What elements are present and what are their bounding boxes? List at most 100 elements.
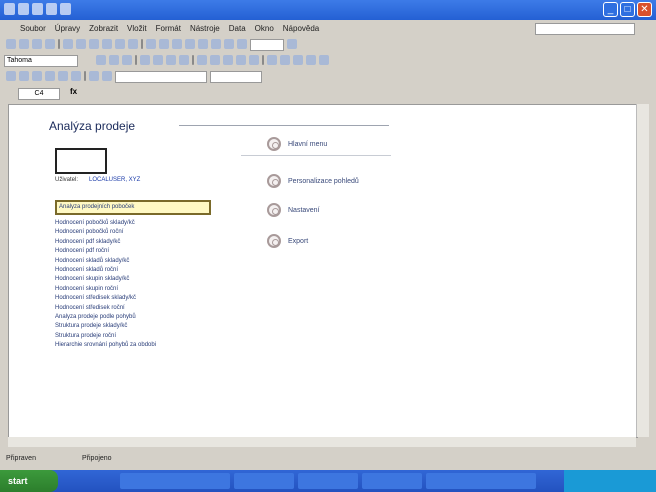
drawing-icon[interactable]	[237, 39, 247, 49]
main-menu-button[interactable]: Hlavní menu	[267, 137, 327, 151]
comma-icon[interactable]	[223, 55, 233, 65]
menu-item[interactable]: Okno	[255, 24, 274, 33]
save-icon[interactable]	[18, 3, 29, 15]
reviewing-icon[interactable]	[6, 71, 16, 81]
percent-icon[interactable]	[210, 55, 220, 65]
horizontal-scrollbar[interactable]	[8, 437, 636, 447]
taskbar-item[interactable]	[426, 473, 536, 489]
taskbar-item[interactable]	[234, 473, 294, 489]
reviewing-icon[interactable]	[32, 71, 42, 81]
new-icon[interactable]	[6, 39, 16, 49]
personalize-button[interactable]: Personalizace pohledů	[267, 174, 359, 188]
chart-wizard-icon[interactable]	[224, 39, 234, 49]
report-item[interactable]: Struktura prodeje sklady/kč	[55, 322, 225, 331]
undo-icon[interactable]	[146, 39, 156, 49]
underline-icon[interactable]	[122, 55, 132, 65]
reviewing-icon[interactable]	[45, 71, 55, 81]
currency-icon[interactable]	[197, 55, 207, 65]
taskbar-item[interactable]	[362, 473, 422, 489]
borders-icon[interactable]	[293, 55, 303, 65]
help-icon[interactable]	[287, 39, 297, 49]
zoom-select[interactable]	[250, 39, 284, 51]
app-icon[interactable]	[4, 3, 15, 15]
start-button[interactable]: start	[0, 470, 58, 492]
formatting-toolbar: Tahoma	[0, 53, 656, 67]
maximize-button[interactable]: □	[620, 2, 635, 17]
reviewing-icon[interactable]	[58, 71, 68, 81]
open-icon[interactable]	[19, 39, 29, 49]
align-left-icon[interactable]	[140, 55, 150, 65]
menu-item[interactable]: Nástroje	[190, 24, 220, 33]
quick-access-icons	[4, 3, 71, 15]
hyperlink-icon[interactable]	[172, 39, 182, 49]
save-icon[interactable]	[32, 39, 42, 49]
reviewing-select[interactable]	[115, 71, 207, 83]
bold-icon[interactable]	[96, 55, 106, 65]
align-right-icon[interactable]	[166, 55, 176, 65]
report-item[interactable]: Hierarchie srovnání pohybů za obdobi	[55, 341, 225, 350]
report-item[interactable]: Hodnocení pobočků sklady/kč	[55, 219, 225, 228]
autosum-icon[interactable]	[185, 39, 195, 49]
redo-icon[interactable]	[46, 3, 57, 15]
decrease-decimal-icon[interactable]	[249, 55, 259, 65]
menu-item[interactable]: Nápověda	[283, 24, 319, 33]
align-center-icon[interactable]	[153, 55, 163, 65]
report-item[interactable]: Hodnocení skladů sklady/kč	[55, 257, 225, 266]
paste-icon[interactable]	[128, 39, 138, 49]
fx-icon[interactable]: fx	[70, 87, 77, 96]
export-button[interactable]: Export	[267, 234, 308, 248]
menu-item[interactable]: Zobrazit	[89, 24, 118, 33]
menu-item[interactable]: Úpravy	[55, 24, 80, 33]
decrease-indent-icon[interactable]	[267, 55, 277, 65]
taskbar-item[interactable]	[298, 473, 358, 489]
report-item[interactable]: Analyza prodeje podle pohybů	[55, 313, 225, 322]
permission-icon[interactable]	[45, 39, 55, 49]
italic-icon[interactable]	[109, 55, 119, 65]
report-item[interactable]: Hodnocení pdf roční	[55, 247, 225, 256]
report-item[interactable]: Hodnocení středisek roční	[55, 304, 225, 313]
redo-icon[interactable]	[159, 39, 169, 49]
vertical-scrollbar[interactable]	[636, 104, 649, 437]
report-item[interactable]: Hodnocení skladů roční	[55, 266, 225, 275]
reviewing-icon[interactable]	[89, 71, 99, 81]
print-preview-icon[interactable]	[76, 39, 86, 49]
reviewing-icon[interactable]	[102, 71, 112, 81]
report-item[interactable]: Hodnocení pobočků roční	[55, 228, 225, 237]
report-item[interactable]: Struktura prodeje roční	[55, 332, 225, 341]
reviewing-select[interactable]	[210, 71, 262, 83]
name-box[interactable]: C4	[18, 88, 60, 100]
minimize-button[interactable]: _	[603, 2, 618, 17]
report-item[interactable]: Hodnocení pdf sklady/kč	[55, 238, 225, 247]
menu-item[interactable]: Data	[229, 24, 246, 33]
worksheet[interactable]: Analýza prodeje Uživatel: LOCALUSER, XYZ…	[8, 104, 638, 438]
help-search-box[interactable]	[535, 23, 635, 35]
reviewing-icon[interactable]	[71, 71, 81, 81]
taskbar-item[interactable]	[120, 473, 230, 489]
print-icon[interactable]	[63, 39, 73, 49]
print-icon[interactable]	[60, 3, 71, 15]
menu-item[interactable]: Formát	[156, 24, 181, 33]
report-item-selected[interactable]: Analyza prodejních poboček	[55, 200, 211, 215]
merge-icon[interactable]	[179, 55, 189, 65]
sort-asc-icon[interactable]	[198, 39, 208, 49]
reviewing-icon[interactable]	[19, 71, 29, 81]
close-button[interactable]: ✕	[637, 2, 652, 17]
cut-icon[interactable]	[102, 39, 112, 49]
font-color-icon[interactable]	[319, 55, 329, 65]
menu-item[interactable]: Vložit	[127, 24, 147, 33]
report-item[interactable]: Hodnocení skupin sklady/kč	[55, 275, 225, 284]
settings-label: Nastavení	[288, 206, 320, 214]
system-tray	[564, 470, 656, 492]
spelling-icon[interactable]	[89, 39, 99, 49]
sort-desc-icon[interactable]	[211, 39, 221, 49]
settings-button[interactable]: Nastavení	[267, 203, 320, 217]
increase-decimal-icon[interactable]	[236, 55, 246, 65]
report-item[interactable]: Hodnocení středisek sklady/kč	[55, 294, 225, 303]
increase-indent-icon[interactable]	[280, 55, 290, 65]
font-select[interactable]: Tahoma	[4, 55, 78, 67]
fill-color-icon[interactable]	[306, 55, 316, 65]
copy-icon[interactable]	[115, 39, 125, 49]
menu-item[interactable]: Soubor	[20, 24, 46, 33]
undo-icon[interactable]	[32, 3, 43, 15]
report-item[interactable]: Hodnocení skupin roční	[55, 285, 225, 294]
